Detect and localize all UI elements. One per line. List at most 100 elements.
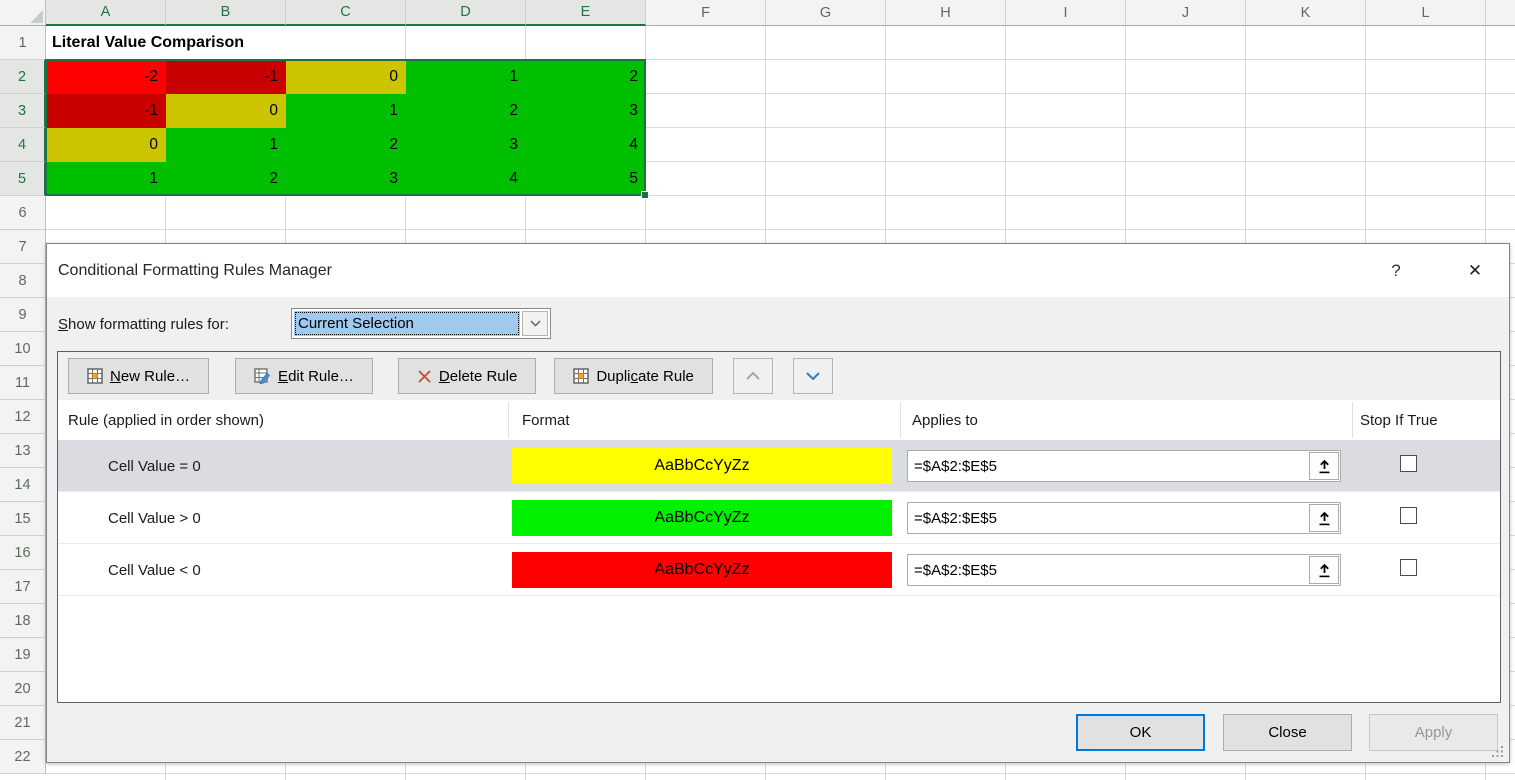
row-header-6[interactable]: 6 (0, 196, 46, 230)
cell[interactable]: 2 (406, 94, 526, 128)
stop-if-true-checkbox[interactable] (1400, 455, 1417, 472)
edit-pencil-icon (254, 368, 271, 384)
column-header-A[interactable]: A (46, 0, 166, 26)
row-header-16[interactable]: 16 (0, 536, 46, 570)
edit-rule-button[interactable]: Edit Rule… (235, 358, 373, 394)
row-header-10[interactable]: 10 (0, 332, 46, 366)
applies-to-input[interactable] (907, 554, 1341, 586)
collapse-dialog-arrow-icon (1318, 511, 1331, 526)
column-header-partial (1486, 0, 1515, 26)
row-header-14[interactable]: 14 (0, 468, 46, 502)
header-stop-if-true: Stop If True (1360, 400, 1438, 440)
column-header-F[interactable]: F (646, 0, 766, 26)
cell[interactable]: -1 (166, 60, 286, 94)
cell[interactable]: 3 (286, 162, 406, 196)
cell[interactable]: 1 (286, 94, 406, 128)
row-header-9[interactable]: 9 (0, 298, 46, 332)
cell[interactable]: 5 (526, 162, 646, 196)
applies-to-input[interactable] (907, 502, 1341, 534)
range-picker-button[interactable] (1309, 452, 1339, 480)
column-header-C[interactable]: C (286, 0, 406, 26)
select-all-corner[interactable] (0, 0, 46, 26)
row-header-7[interactable]: 7 (0, 230, 46, 264)
row-header-3[interactable]: 3 (0, 94, 46, 128)
delete-rule-label: Delete Rule (439, 368, 517, 385)
column-header-B[interactable]: B (166, 0, 286, 26)
column-header-J[interactable]: J (1126, 0, 1246, 26)
row-header-5[interactable]: 5 (0, 162, 46, 196)
resize-grip[interactable] (1491, 745, 1504, 758)
cell[interactable]: 0 (166, 94, 286, 128)
row-header-12[interactable]: 12 (0, 400, 46, 434)
row-header-21[interactable]: 21 (0, 706, 46, 740)
column-header-D[interactable]: D (406, 0, 526, 26)
new-rule-label: New Rule… (110, 368, 190, 385)
dropdown-selected-value: Current Selection (294, 311, 520, 336)
cell[interactable]: 1 (46, 162, 166, 196)
header-separator (900, 402, 901, 438)
applies-to-field-wrap (907, 502, 1341, 534)
edit-rule-label: Edit Rule… (278, 368, 354, 385)
row-header-4[interactable]: 4 (0, 128, 46, 162)
stop-if-true-checkbox[interactable] (1400, 559, 1417, 576)
cell[interactable]: 2 (166, 162, 286, 196)
row-header-17[interactable]: 17 (0, 570, 46, 604)
rule-row-cell-value-gt-0[interactable]: Cell Value > 0 AaBbCcYyZz (58, 492, 1500, 544)
delete-rule-button[interactable]: Delete Rule (398, 358, 536, 394)
duplicate-rule-label: Duplicate Rule (596, 368, 694, 385)
cell[interactable]: 4 (526, 128, 646, 162)
cell[interactable]: 3 (526, 94, 646, 128)
apply-button[interactable]: Apply (1369, 714, 1498, 751)
applies-to-input[interactable] (907, 450, 1341, 482)
cell[interactable]: 3 (406, 128, 526, 162)
column-headers: ABCDEFGHIJKL (46, 0, 1515, 26)
rules-toolbar: New Rule… Edit Rule… Delete Rule (58, 352, 1500, 400)
cell[interactable]: 0 (286, 60, 406, 94)
row-header-8[interactable]: 8 (0, 264, 46, 298)
column-header-I[interactable]: I (1006, 0, 1126, 26)
row-header-18[interactable]: 18 (0, 604, 46, 638)
cell[interactable]: 2 (526, 60, 646, 94)
header-format: Format (522, 400, 570, 440)
row-header-19[interactable]: 19 (0, 638, 46, 672)
row-header-11[interactable]: 11 (0, 366, 46, 400)
row-header-13[interactable]: 13 (0, 434, 46, 468)
help-icon[interactable]: ? (1381, 244, 1411, 297)
cell-a1-title[interactable]: Literal Value Comparison (47, 27, 405, 59)
column-header-G[interactable]: G (766, 0, 886, 26)
row-header-2[interactable]: 2 (0, 60, 46, 94)
applies-to-field-wrap (907, 450, 1341, 482)
collapse-dialog-arrow-icon (1318, 563, 1331, 578)
rule-row-cell-value-eq-0[interactable]: Cell Value = 0 AaBbCcYyZz (58, 440, 1500, 492)
show-rules-for-dropdown[interactable]: Current Selection (291, 308, 551, 339)
range-picker-button[interactable] (1309, 556, 1339, 584)
column-header-K[interactable]: K (1246, 0, 1366, 26)
column-header-E[interactable]: E (526, 0, 646, 26)
row-header-20[interactable]: 20 (0, 672, 46, 706)
cell[interactable]: 1 (406, 60, 526, 94)
close-button[interactable]: Close (1223, 714, 1352, 751)
column-header-L[interactable]: L (1366, 0, 1486, 26)
cell[interactable]: 0 (46, 128, 166, 162)
column-header-H[interactable]: H (886, 0, 1006, 26)
cell[interactable]: -1 (46, 94, 166, 128)
stop-if-true-checkbox[interactable] (1400, 507, 1417, 524)
row-header-22[interactable]: 22 (0, 740, 46, 774)
ok-button[interactable]: OK (1076, 714, 1205, 751)
format-preview-swatch: AaBbCcYyZz (512, 552, 892, 588)
new-rule-button[interactable]: New Rule… (68, 358, 209, 394)
row-header-1[interactable]: 1 (0, 26, 46, 60)
move-rule-down-button[interactable] (793, 358, 833, 394)
cell[interactable]: -2 (46, 60, 166, 94)
move-rule-up-button[interactable] (733, 358, 773, 394)
duplicate-rule-button[interactable]: Duplicate Rule (554, 358, 713, 394)
dropdown-button[interactable] (522, 311, 548, 336)
cell[interactable]: 4 (406, 162, 526, 196)
cell[interactable]: 1 (166, 128, 286, 162)
range-picker-button[interactable] (1309, 504, 1339, 532)
close-icon[interactable]: ✕ (1455, 244, 1495, 297)
applies-to-field-wrap (907, 554, 1341, 586)
row-header-15[interactable]: 15 (0, 502, 46, 536)
rule-row-cell-value-lt-0[interactable]: Cell Value < 0 AaBbCcYyZz (58, 544, 1500, 596)
cell[interactable]: 2 (286, 128, 406, 162)
